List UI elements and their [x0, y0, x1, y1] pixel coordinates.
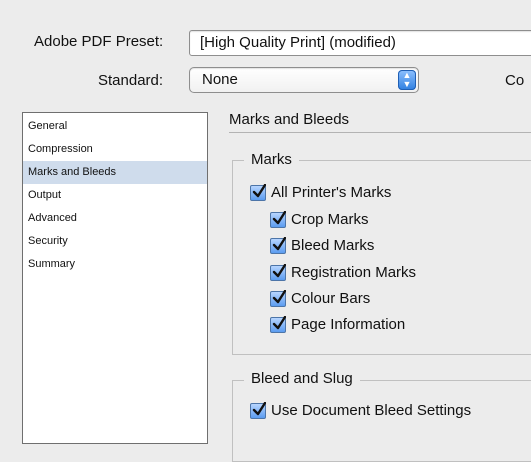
preset-value: [High Quality Print] (modified) [200, 34, 396, 51]
checkmark-icon [250, 401, 266, 419]
category-item-advanced[interactable]: Advanced [23, 207, 207, 230]
panel-title: Marks and Bleeds [229, 111, 350, 128]
category-item-general[interactable]: General [23, 115, 207, 138]
bleed-and-slug-legend: Bleed and Slug [244, 370, 360, 387]
crop-marks-label: Crop Marks [291, 211, 369, 228]
standard-label: Standard: [98, 72, 164, 89]
standard-value: None [202, 71, 238, 88]
preset-dropdown[interactable]: [High Quality Print] (modified) [189, 30, 531, 56]
crop-marks-checkbox[interactable]: Crop Marks [270, 210, 369, 228]
checkmark-icon [270, 263, 286, 281]
colour-bars-label: Colour Bars [291, 290, 371, 307]
category-item-marks-and-bleeds[interactable]: Marks and Bleeds [23, 161, 207, 184]
title-divider [229, 132, 531, 133]
category-item-output[interactable]: Output [23, 184, 207, 207]
category-item-compression[interactable]: Compression [23, 138, 207, 161]
checkmark-icon [250, 183, 266, 201]
all-printers-marks-label: All Printer's Marks [271, 184, 392, 201]
preset-label: Adobe PDF Preset: [34, 33, 164, 50]
all-printers-marks-checkbox[interactable]: All Printer's Marks [250, 183, 392, 201]
bleed-and-slug-group-box [232, 380, 531, 462]
checkmark-icon [270, 315, 286, 333]
category-item-security[interactable]: Security [23, 230, 207, 253]
dropdown-arrows-icon: ▲ ▼ [398, 70, 416, 90]
use-document-bleed-label: Use Document Bleed Settings [271, 402, 472, 419]
checkmark-icon [270, 236, 286, 254]
colour-bars-checkbox[interactable]: Colour Bars [270, 289, 371, 307]
checkmark-icon [270, 210, 286, 228]
category-list: General Compression Marks and Bleeds Out… [22, 112, 208, 444]
registration-marks-checkbox[interactable]: Registration Marks [270, 263, 417, 281]
page-information-checkbox[interactable]: Page Information [270, 315, 406, 333]
use-document-bleed-checkbox[interactable]: Use Document Bleed Settings [250, 401, 472, 419]
bleed-marks-label: Bleed Marks [291, 237, 375, 254]
checkmark-icon [270, 289, 286, 307]
page-information-label: Page Information [291, 316, 406, 333]
marks-group-legend: Marks [244, 151, 299, 168]
bleed-marks-checkbox[interactable]: Bleed Marks [270, 236, 375, 254]
registration-marks-label: Registration Marks [291, 264, 417, 281]
category-item-summary[interactable]: Summary [23, 253, 207, 276]
compatibility-label: Co [505, 72, 525, 89]
standard-dropdown[interactable]: None ▲ ▼ [189, 67, 419, 93]
